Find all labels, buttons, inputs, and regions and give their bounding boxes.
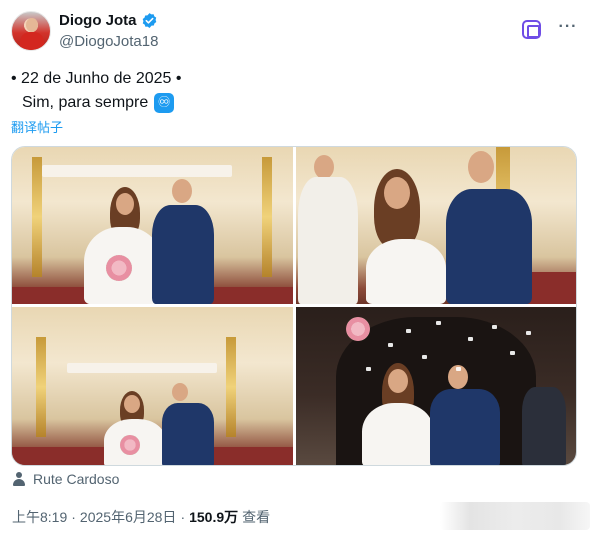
photo-1-groom-suit <box>152 205 214 304</box>
avatar[interactable] <box>11 11 51 51</box>
author-display-name[interactable]: Diogo Jota <box>59 12 137 29</box>
meta-separator: · <box>71 509 76 525</box>
tweet-text: • 22 de Junho de 2025 • Sim, para sempre… <box>11 67 181 115</box>
photo-4-petal <box>492 325 497 329</box>
photo-1-bouquet <box>106 255 132 281</box>
photo-1-bride-head <box>116 193 134 215</box>
photo-3-bouquet <box>120 435 140 455</box>
photo-4-petal <box>456 367 461 371</box>
photo-3-bride-head <box>124 395 140 413</box>
watermark-fade <box>440 502 590 530</box>
photo-2-groom-head <box>468 151 494 183</box>
person-icon <box>12 471 26 487</box>
photo-4-bride-head <box>388 369 408 393</box>
photo-4-petal <box>388 343 393 347</box>
photo-credit[interactable]: Rute Cardoso <box>12 471 119 487</box>
photo-2-groom-suit <box>446 189 532 304</box>
photo-4-petal <box>526 331 531 335</box>
tweet-text-line2: Sim, para sempre <box>22 94 149 111</box>
photo-4-groom-suit <box>430 389 500 465</box>
photo-2-priest-head <box>314 155 334 179</box>
photo-4-petal <box>510 351 515 355</box>
photo-3[interactable] <box>12 307 293 465</box>
photo-4-guest <box>522 387 566 465</box>
meta-separator: · <box>180 509 186 525</box>
photo-grid <box>11 146 577 466</box>
tweet-time[interactable]: 上午8:19 <box>12 507 67 527</box>
photo-credit-name[interactable]: Rute Cardoso <box>33 471 119 487</box>
photo-4[interactable] <box>296 307 576 465</box>
photo-1-canopy <box>42 165 232 177</box>
photo-3-canopy <box>67 363 217 373</box>
photo-1-groom-head <box>172 179 192 203</box>
photo-4-petal <box>468 337 473 341</box>
photo-1[interactable] <box>12 147 293 304</box>
tweet: Diogo Jota @DiogoJota18 ··· • 22 de Junh… <box>0 0 598 539</box>
photo-3-groom-head <box>172 383 188 401</box>
tweet-meta: 上午8:19 · 2025年6月28日 · 150.9万 查看 <box>12 507 270 527</box>
photo-4-petal <box>406 329 411 333</box>
avatar-shirt <box>20 32 44 50</box>
author-handle[interactable]: @DiogoJota18 <box>59 33 158 50</box>
photo-4-bouquet <box>346 317 370 341</box>
photo-2-bride-dress <box>366 239 446 304</box>
photo-4-petal <box>366 367 371 371</box>
photo-4-petal <box>436 321 441 325</box>
photo-1-column <box>32 157 42 277</box>
photo-2[interactable] <box>296 147 576 304</box>
tweet-date[interactable]: 2025年6月28日 <box>80 507 177 527</box>
photo-2-bride-head <box>384 177 410 209</box>
verified-badge-icon <box>142 13 156 28</box>
photo-2-priest <box>298 177 358 304</box>
translate-post-link[interactable]: 翻译帖子 <box>11 117 63 136</box>
view-count: 150.9万 <box>189 509 239 525</box>
photo-3-column <box>36 337 46 437</box>
photo-3-groom-suit <box>162 403 214 465</box>
grok-icon[interactable] <box>522 20 541 39</box>
avatar-face <box>26 18 38 32</box>
tweet-text-line1: • 22 de Junho de 2025 • <box>11 70 182 87</box>
author-name-row: Diogo Jota <box>59 12 158 29</box>
infinity-icon: ♾ <box>154 93 175 113</box>
photo-3-column <box>226 337 236 437</box>
photo-4-bride-dress <box>362 403 434 465</box>
more-icon[interactable]: ··· <box>557 18 579 40</box>
photo-1-column <box>262 157 272 277</box>
view-label: 查看 <box>242 509 271 525</box>
tweet-text-line2-row: Sim, para sempre ♾ <box>11 91 181 115</box>
photo-4-petal <box>422 355 427 359</box>
